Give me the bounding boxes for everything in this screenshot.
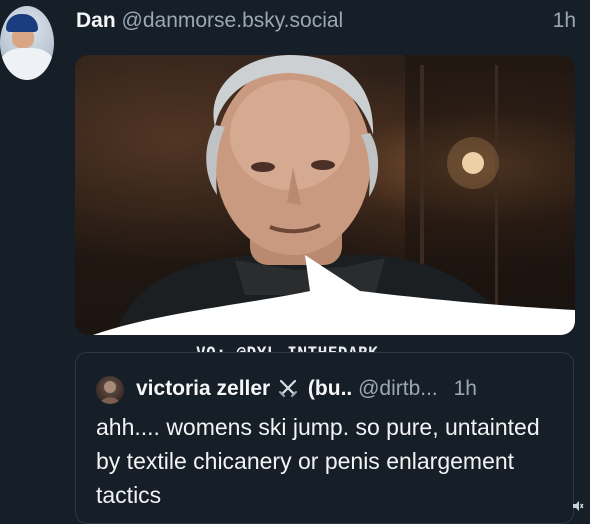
post-header: Dan @danmorse.bsky.social 1h xyxy=(76,6,576,36)
quoted-author-handle[interactable]: @dirtb... xyxy=(358,377,438,400)
avatar-image xyxy=(100,381,120,404)
post-time[interactable]: 1h xyxy=(553,6,576,36)
avatar-cap xyxy=(6,14,38,32)
quoted-post-time[interactable]: 1h xyxy=(454,377,477,400)
quoted-author-name-suffix[interactable]: (bu.. xyxy=(308,377,352,400)
author-name[interactable]: Dan xyxy=(76,9,116,32)
author-avatar[interactable] xyxy=(0,6,54,80)
post-video[interactable] xyxy=(75,55,575,335)
video-frame xyxy=(93,55,575,335)
quoted-post-header: victoria zeller (bu.. @dirtb... 1h xyxy=(136,374,556,404)
mute-icon[interactable] xyxy=(572,500,584,512)
quoted-post-text: ahh.... womens ski jump. so pure, untain… xyxy=(96,414,540,508)
avatar-jersey xyxy=(0,48,54,80)
quoted-author-avatar[interactable] xyxy=(96,376,124,404)
quoted-author-name[interactable]: victoria zeller xyxy=(136,377,270,400)
crossed-swords-icon xyxy=(279,379,298,397)
author-handle[interactable]: @danmorse.bsky.social xyxy=(122,9,344,32)
